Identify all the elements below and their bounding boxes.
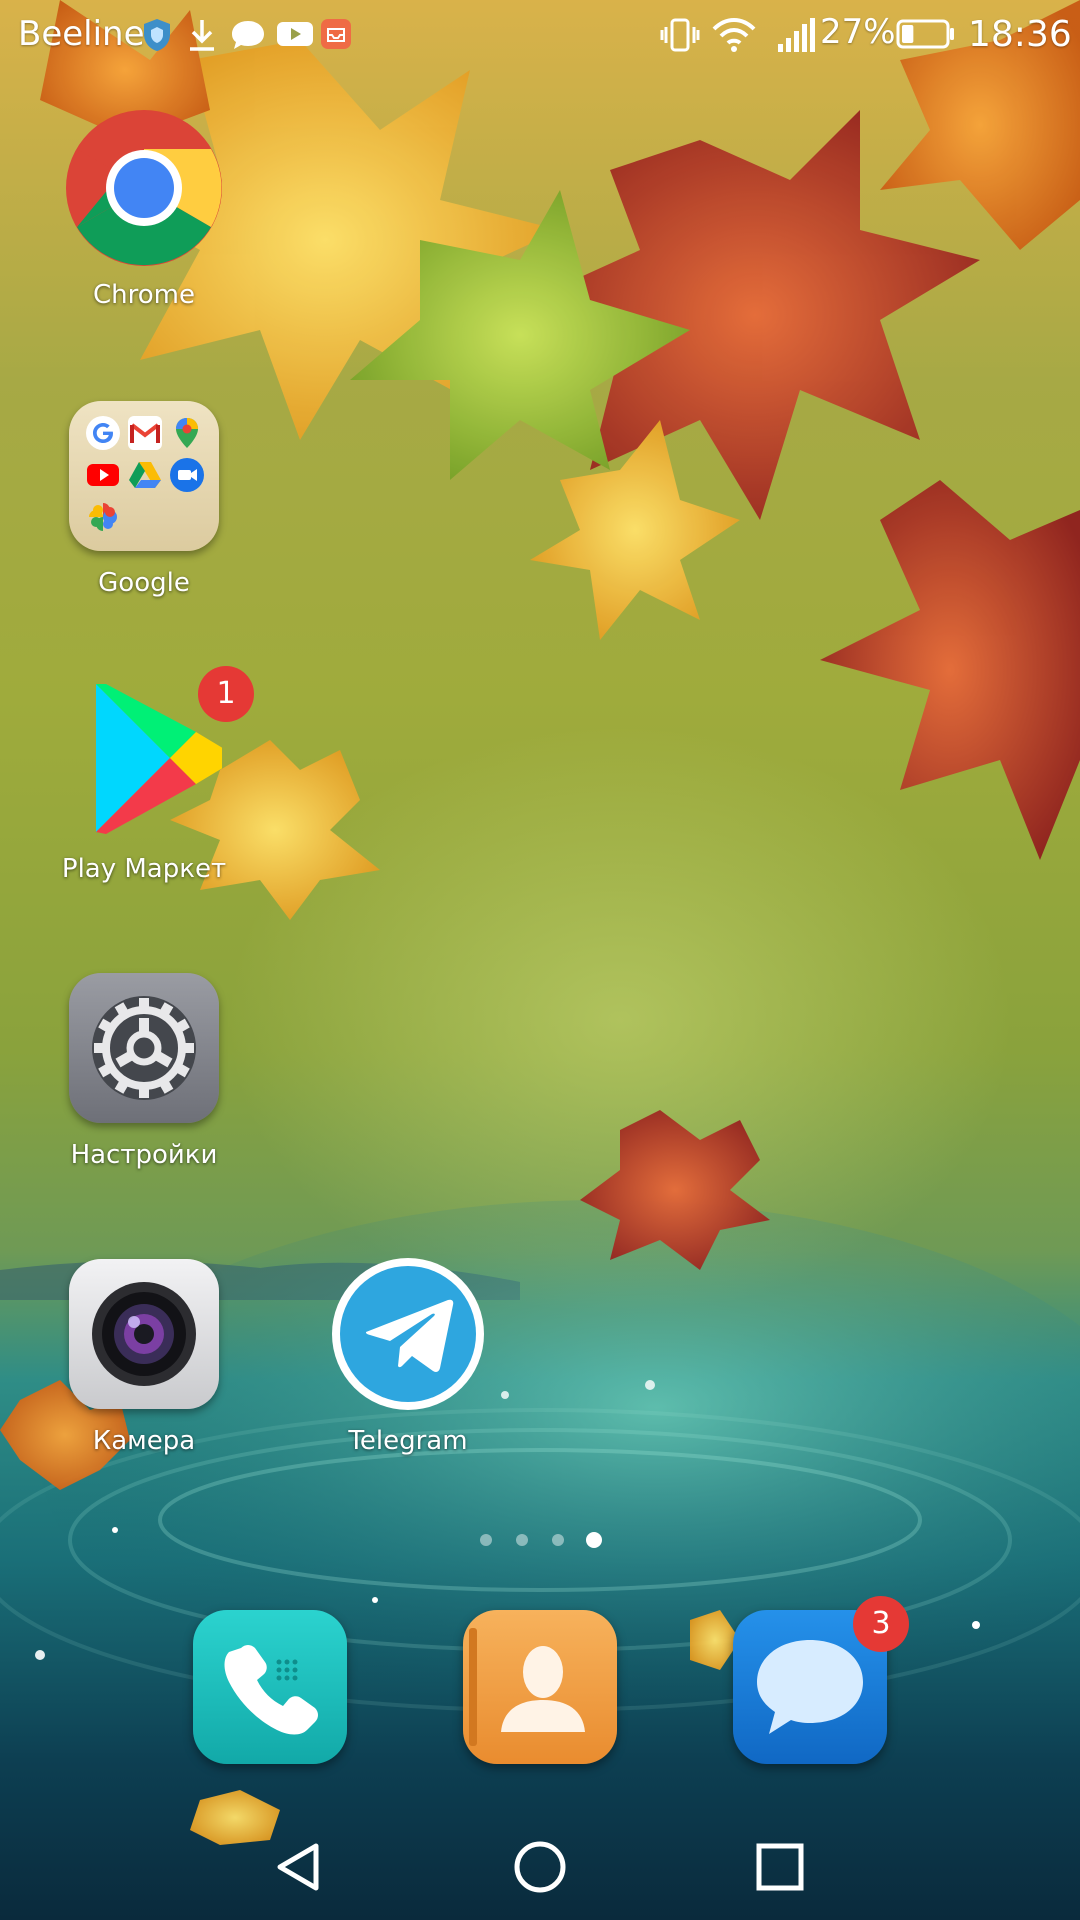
carrier-name: Beeline	[18, 14, 145, 54]
navigation-bar	[0, 1812, 1080, 1920]
wifi-icon	[712, 18, 756, 61]
folder-google[interactable]: Google	[44, 398, 244, 598]
drive-icon	[128, 458, 162, 492]
app-label: Google	[98, 568, 190, 598]
app-label: Telegram	[348, 1426, 468, 1456]
app-label: Настройки	[70, 1140, 218, 1170]
app-play-market[interactable]: 1 Play Маркет	[44, 666, 254, 884]
camera-icon	[66, 1256, 222, 1412]
dock-phone[interactable]	[193, 1610, 349, 1766]
maps-icon	[170, 416, 204, 450]
clock: 18:36	[968, 14, 1072, 55]
mail-tray-icon	[320, 18, 352, 59]
back-icon[interactable]	[264, 1832, 334, 1902]
battery-icon	[896, 18, 956, 59]
page-dot[interactable]	[516, 1534, 528, 1546]
settings-gear-icon	[66, 970, 222, 1126]
youtube-icon	[86, 458, 120, 492]
google-icon	[86, 416, 120, 450]
gmail-icon	[128, 416, 162, 450]
dock-contacts[interactable]	[463, 1610, 619, 1766]
page-dot[interactable]	[480, 1534, 492, 1546]
chat-bubble-icon	[230, 18, 266, 61]
page-indicator	[0, 1530, 1080, 1550]
app-label: Камера	[92, 1426, 196, 1456]
telegram-icon	[330, 1256, 486, 1412]
dock-messages[interactable]: 3	[733, 1596, 909, 1766]
chrome-icon	[66, 110, 222, 266]
app-telegram[interactable]: Telegram	[308, 1256, 508, 1456]
battery-percent: 27%	[820, 12, 896, 52]
status-bar: Beeline 27% 18:36	[0, 0, 1080, 72]
app-camera[interactable]: Камера	[44, 1256, 244, 1456]
page-dot[interactable]	[552, 1534, 564, 1546]
phone-icon	[224, 1645, 318, 1735]
download-icon	[186, 18, 218, 61]
contacts-icon	[469, 1628, 585, 1746]
notification-badge: 3	[853, 1596, 909, 1652]
youtube-icon	[276, 18, 314, 58]
home-icon[interactable]	[505, 1832, 575, 1902]
duo-icon	[170, 458, 204, 492]
shield-icon	[142, 18, 172, 61]
play-store-icon: 1	[66, 666, 254, 840]
notification-badge: 1	[198, 666, 254, 722]
page-dot-active[interactable]	[586, 1532, 602, 1548]
photos-icon	[86, 500, 120, 534]
app-label: Chrome	[93, 280, 195, 310]
vibrate-icon	[660, 18, 700, 61]
app-settings[interactable]: Настройки	[44, 970, 244, 1170]
signal-icon	[776, 18, 816, 61]
app-chrome[interactable]: Chrome	[44, 110, 244, 310]
folder-icon	[66, 398, 222, 554]
recents-icon[interactable]	[745, 1832, 815, 1902]
app-label: Play Маркет	[61, 854, 227, 884]
